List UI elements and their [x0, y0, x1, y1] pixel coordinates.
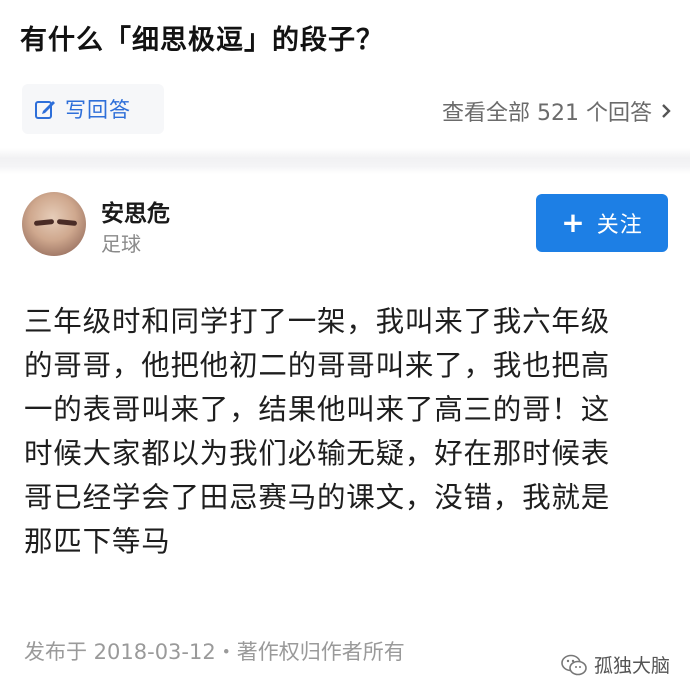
answer-line: 一的表哥叫来了，结果他叫来了高三的哥！这: [24, 393, 611, 426]
author-name[interactable]: 安思危: [101, 194, 170, 228]
chevron-right-icon: [662, 104, 671, 118]
view-all-label: 查看全部 521 个回答: [442, 101, 652, 126]
write-answer-button[interactable]: 写回答: [22, 84, 164, 134]
answer-body: 三年级时和同学打了一架，我叫来了我六年级 的哥哥，他把他初二的哥哥叫来了，我也把…: [24, 300, 664, 564]
answer-line: 三年级时和同学打了一架，我叫来了我六年级: [24, 305, 611, 338]
author-tag: 足球: [101, 232, 141, 256]
plus-icon: +: [561, 206, 585, 239]
wechat-logo-icon: [561, 654, 587, 675]
answer-line: 哥已经学会了田忌赛马的课文，没错，我就是: [24, 481, 611, 514]
avatar-eye-right: [56, 218, 78, 227]
avatar-eye-left: [33, 218, 55, 227]
write-answer-label: 写回答: [65, 98, 131, 122]
section-separator: [0, 148, 690, 174]
action-row: 写回答 查看全部 521 个回答: [0, 84, 690, 136]
question-title: 有什么「细思极逗」的段子？: [20, 25, 384, 56]
pen-square-icon: [35, 101, 55, 119]
answer-line: 那匹下等马: [24, 525, 171, 558]
follow-label: 关注: [596, 213, 643, 238]
author-row: 安思危 足球 + 关注: [0, 188, 690, 264]
brand-name: 孤独大脑: [593, 655, 670, 677]
brand-watermark: 孤独大脑: [560, 651, 670, 678]
answer-line: 的哥哥，他把他初二的哥哥叫来了，我也把高: [24, 349, 611, 382]
publish-meta: 发布于 2018-03-12・著作权归作者所有: [24, 640, 405, 664]
avatar[interactable]: [22, 192, 86, 256]
view-all-answers-link[interactable]: 查看全部 521 个回答: [442, 95, 672, 127]
answer-line: 时候大家都以为我们必输无疑，好在那时候表: [24, 437, 611, 470]
follow-button[interactable]: + 关注: [536, 194, 668, 252]
